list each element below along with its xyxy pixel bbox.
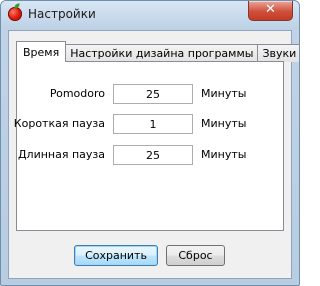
short-break-input[interactable]	[113, 114, 193, 134]
reset-button[interactable]: Сброс	[166, 245, 225, 266]
pomodoro-row: Pomodoro Минуты	[17, 84, 283, 104]
tab-design-settings[interactable]: Настройки дизайна программы	[65, 44, 259, 62]
tab-sounds[interactable]: Звуки	[257, 44, 299, 62]
tomato-icon	[8, 3, 22, 21]
long-break-unit: Минуты	[201, 148, 247, 161]
tab-time[interactable]: Время	[16, 41, 67, 62]
settings-window: Настройки ✕ Время Настройки дизайна прог…	[0, 0, 300, 286]
save-button[interactable]: Сохранить	[74, 245, 158, 266]
close-button[interactable]: ✕	[248, 1, 293, 21]
window-title: Настройки	[28, 7, 96, 21]
short-break-label: Короткая пауза	[13, 117, 105, 130]
pomodoro-unit: Минуты	[201, 87, 247, 100]
long-break-row: Длинная пауза Минуты	[17, 145, 283, 165]
short-break-row: Короткая пауза Минуты	[13, 114, 283, 134]
long-break-label: Длинная пауза	[17, 148, 105, 161]
tab-panel-time: Pomodoro Минуты Короткая пауза Минуты Дл…	[13, 61, 284, 231]
long-break-input[interactable]	[113, 145, 193, 165]
title-bar[interactable]: Настройки ✕	[1, 1, 299, 29]
dialog-body: Время Настройки дизайна программы Звуки …	[8, 30, 299, 279]
pomodoro-input[interactable]	[113, 84, 193, 104]
tab-strip: Время Настройки дизайна программы Звуки	[16, 41, 299, 62]
short-break-unit: Минуты	[201, 117, 247, 130]
pomodoro-label: Pomodoro	[49, 87, 105, 100]
